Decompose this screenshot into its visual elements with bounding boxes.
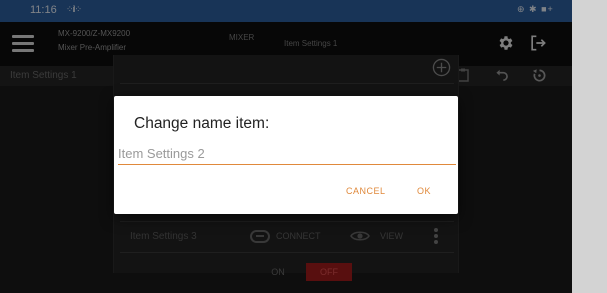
item-name-input[interactable] <box>118 143 456 165</box>
cancel-button[interactable]: CANCEL <box>346 186 386 196</box>
dialog-title: Change name item: <box>134 115 270 132</box>
background-strip <box>572 0 607 293</box>
rename-dialog: Change name item: CANCEL OK <box>114 96 458 214</box>
ok-button[interactable]: OK <box>417 186 431 196</box>
app-screen: 11:16 ⁘il⁘ ⊕ ✱ ■+ MX-9200/Z-MX9200 Mixer… <box>0 0 572 293</box>
